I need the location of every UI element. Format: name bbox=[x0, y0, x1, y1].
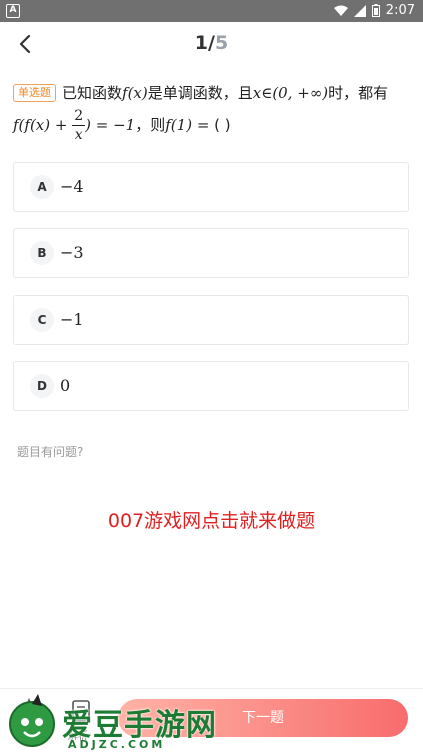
option-value: −4 bbox=[60, 177, 84, 196]
question-text: 单选题 已知函数f(x)是单调函数，且x∈(0, +∞)时，都有f(f(x) + … bbox=[13, 80, 408, 144]
current-index: 1 bbox=[194, 32, 209, 54]
battery-icon bbox=[371, 4, 380, 17]
question-type-tag: 单选题 bbox=[13, 84, 56, 102]
option-letter: B bbox=[30, 241, 54, 265]
question-part-2: 是单调函数，且 bbox=[147, 84, 253, 102]
signal-icon bbox=[353, 4, 366, 17]
question-part-3: 时，都有 bbox=[328, 84, 389, 102]
question-condition: x∈(0, +∞) bbox=[252, 84, 329, 102]
fraction-numerator: 2 bbox=[72, 108, 86, 126]
report-problem-link[interactable]: 题目有问题? bbox=[17, 443, 83, 460]
option-value: −1 bbox=[60, 310, 84, 329]
status-time: 2:07 bbox=[385, 3, 415, 18]
option-b[interactable]: B −3 bbox=[13, 228, 409, 278]
question-fx: f(x) bbox=[122, 84, 148, 102]
question-fraction: 2x bbox=[72, 107, 86, 144]
option-value: −3 bbox=[60, 243, 84, 262]
promo-text: 007游戏网点击就来做题 bbox=[107, 510, 316, 532]
question-expr-right: ) = −1 bbox=[85, 116, 136, 134]
fraction-denominator: x bbox=[74, 127, 83, 143]
wifi-icon bbox=[333, 5, 348, 16]
option-letter: C bbox=[30, 308, 54, 332]
watermark-url: ADJZC.COM bbox=[68, 738, 166, 751]
watermark-badge-icon bbox=[9, 694, 55, 747]
answer-blank: ( ) bbox=[214, 116, 231, 134]
option-d[interactable]: D 0 bbox=[13, 361, 409, 411]
question-part-1: 已知函数 bbox=[62, 84, 123, 102]
status-bar: A 2:07 bbox=[0, 0, 423, 22]
question-ask: f(1) = bbox=[165, 116, 215, 134]
watermark-logo: 爱豆手游网 ADJZC.COM bbox=[6, 690, 246, 755]
option-value: 0 bbox=[60, 376, 71, 395]
app-notification-icon: A bbox=[6, 4, 20, 18]
option-a[interactable]: A −4 bbox=[13, 162, 409, 212]
total-count: 5 bbox=[214, 32, 229, 54]
counter-separator: / bbox=[208, 32, 215, 54]
status-icons: 2:07 bbox=[333, 3, 415, 18]
nav-bar: 1/5 bbox=[0, 22, 423, 66]
option-letter: A bbox=[30, 175, 54, 199]
option-c[interactable]: C −1 bbox=[13, 295, 409, 345]
option-letter: D bbox=[30, 374, 54, 398]
question-counter: 1/5 bbox=[0, 32, 423, 54]
question-expr-left: f(f(x) + bbox=[13, 116, 73, 134]
question-part-4: ，则 bbox=[135, 116, 166, 134]
